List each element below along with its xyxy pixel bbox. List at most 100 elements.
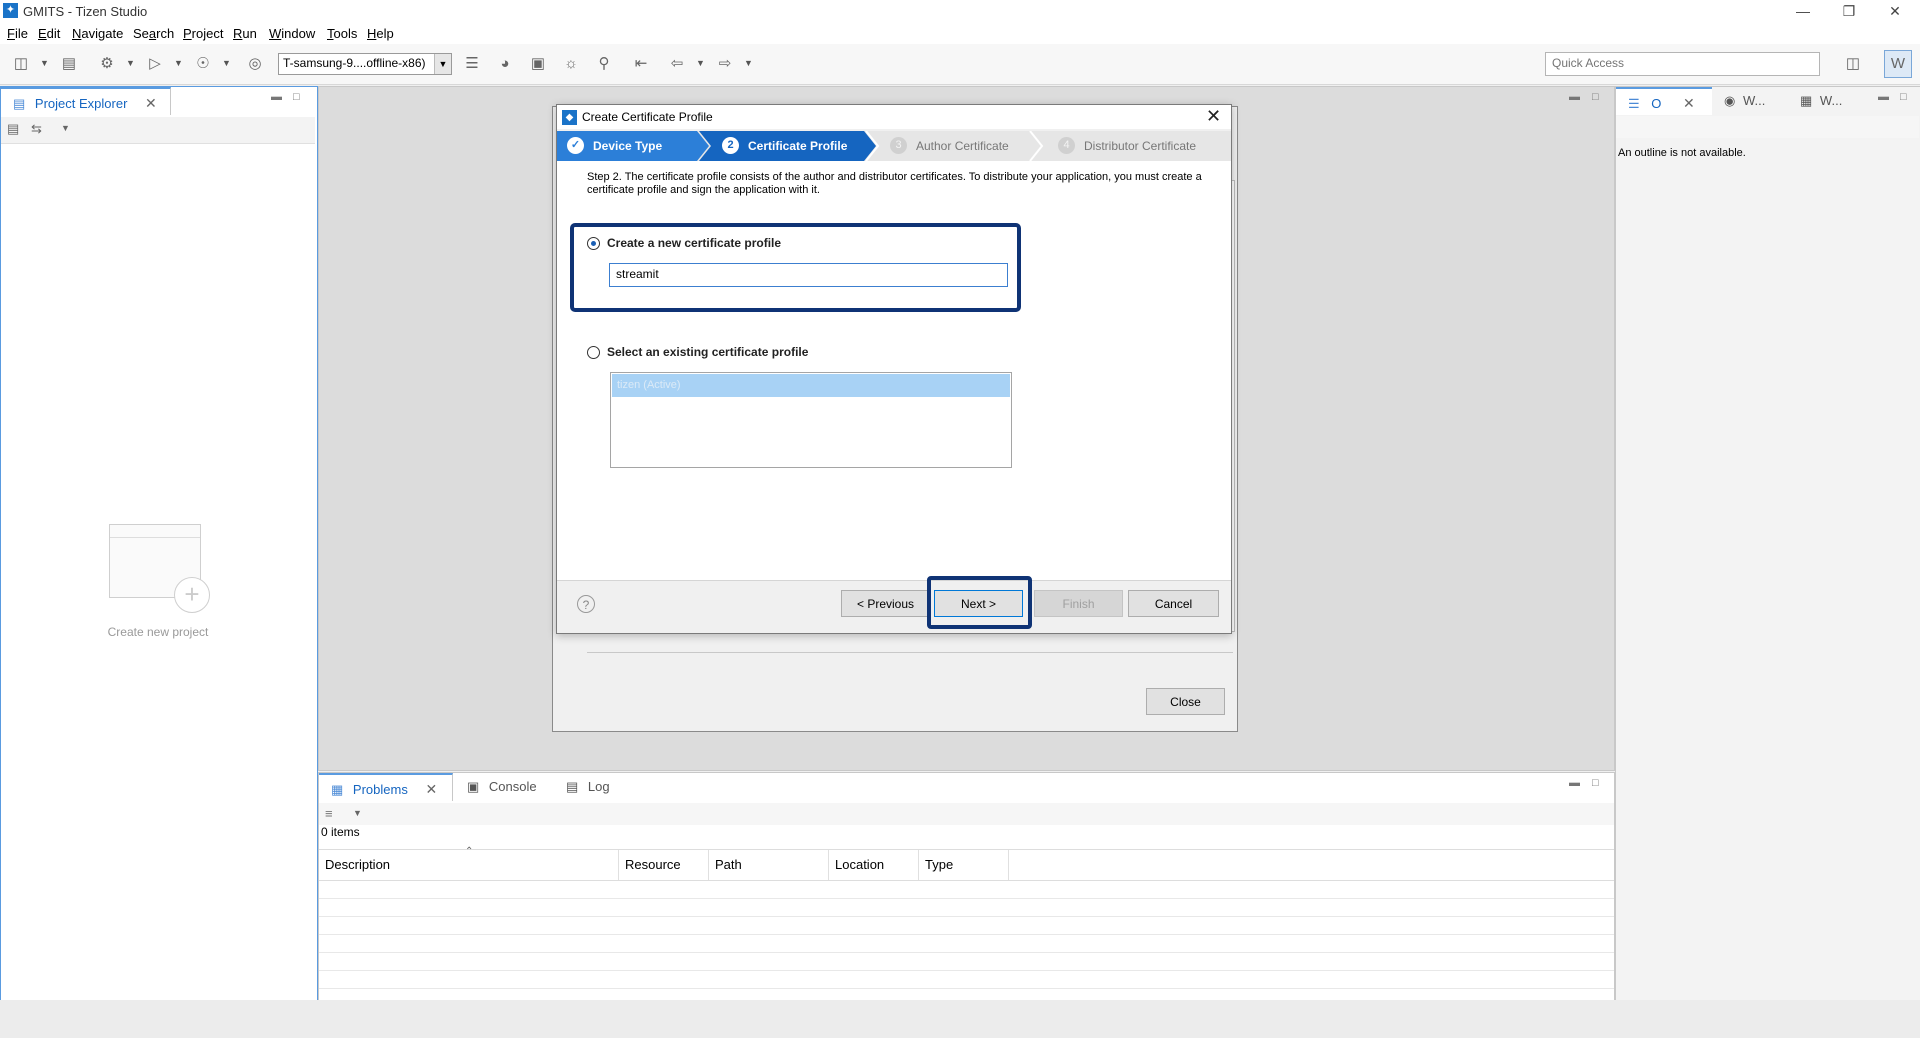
menu-tools[interactable]: Tools [327,26,357,41]
maximize-icon[interactable]: □ [1900,91,1907,103]
link-editor-icon[interactable]: ⇆ [31,121,42,137]
package-icon[interactable]: ▣ [527,54,549,74]
menu-file[interactable]: File [7,26,28,41]
maximize-icon[interactable]: □ [293,91,300,103]
tab-project-explorer-label: Project Explorer [34,96,128,111]
previous-button[interactable]: < Previous [841,590,930,617]
close-icon[interactable]: ✕ [1683,95,1695,111]
forward-dropdown-icon[interactable]: ▼ [744,58,753,68]
run-icon[interactable]: ▷ [144,54,166,74]
view-menu-icon[interactable]: ▼ [353,808,362,818]
forward-icon[interactable]: ⇨ [714,54,736,74]
certificate-manager-icon[interactable]: ☼ [560,54,582,74]
tab-outline[interactable]: ☰ O ✕ [1616,87,1712,115]
minimize-icon[interactable]: ▬ [1878,91,1889,103]
tab-project-explorer[interactable]: ▤ Project Explorer ✕ [1,87,171,115]
new-dropdown-icon[interactable]: ▼ [40,58,49,68]
outline-icon: ☰ [1628,96,1640,111]
last-edit-icon[interactable]: ⇤ [630,54,652,74]
external-tools-icon[interactable]: ☉ [192,54,214,74]
close-icon[interactable]: ✕ [425,781,437,797]
menu-project[interactable]: Project [183,26,223,41]
dialog-close-icon[interactable]: ✕ [1206,106,1221,127]
debug-dropdown-icon[interactable]: ▼ [126,58,135,68]
close-icon[interactable]: ✕ [145,95,157,111]
restore-window-button[interactable]: ❐ [1826,0,1872,24]
main-toolbar: ◫ ▼ ▤ ⚙ ▼ ▷ ▼ ☉ ▼ ◎ T-samsung-9....offli… [0,44,1920,85]
tab-w1[interactable]: ◉ W... [1724,87,1784,115]
external-tools-dropdown-icon[interactable]: ▼ [222,58,231,68]
project-explorer-toolbar: ▤ ⇆ ▼ [1,117,315,144]
create-new-profile-radio[interactable] [587,237,600,250]
device-manager-icon[interactable]: ☰ [461,54,483,74]
create-new-project-graphic[interactable]: + [109,524,210,613]
tab-console[interactable]: ▣ Console [467,773,557,801]
select-existing-profile-radio[interactable] [587,346,600,359]
close-window-button[interactable]: ✕ [1872,0,1918,24]
column-type[interactable]: Type [919,850,1009,880]
menu-edit[interactable]: Edit [38,26,60,41]
help-icon[interactable]: ? [577,595,595,613]
minimize-window-button[interactable]: — [1780,0,1826,24]
menu-help[interactable]: Help [367,26,394,41]
profile-name-input[interactable] [610,264,1002,284]
menu-window[interactable]: Window [269,26,315,41]
next-button-highlight [927,576,1032,629]
editor-minimize-icon[interactable]: ▬ [1569,91,1580,103]
finish-button[interactable]: Finish [1034,590,1123,617]
certificate-icon: ◆ [562,110,577,125]
problems-table-header: Description ⌃ Resource Path Location Typ… [319,846,1614,881]
quick-access-input[interactable] [1546,53,1818,73]
tab-log-label: Log [587,779,610,794]
search-icon[interactable]: ⚲ [593,54,615,74]
create-new-profile-label[interactable]: Create a new certificate profile [607,236,781,250]
menu-search[interactable]: Search [133,26,174,41]
check-icon: ✓ [567,137,584,155]
debug-icon[interactable]: ⚙ [96,54,118,74]
run-dropdown-icon[interactable]: ▼ [174,58,183,68]
cancel-button[interactable]: Cancel [1128,590,1219,617]
problems-toolbar: ≡ ▼ [319,803,1614,825]
tab-w2-label: W... [1819,93,1843,108]
emulator-icon[interactable]: ◕ [494,54,516,74]
menu-run[interactable]: Run [233,26,257,41]
table-row [319,934,1614,953]
maximize-icon[interactable]: □ [1592,777,1599,789]
tab-w2[interactable]: ▦ W... [1800,87,1860,115]
tab-w1-label: W... [1742,93,1766,108]
tab-log[interactable]: ▤ Log [566,773,636,801]
device-selector-value: T-samsung-9....offline-x86) [283,56,426,70]
tab-problems[interactable]: ▦ Problems ✕ [319,773,453,801]
back-icon[interactable]: ⇦ [666,54,688,74]
column-path[interactable]: Path [709,850,829,880]
minimize-icon[interactable]: ▬ [271,91,282,103]
quick-access-field[interactable] [1545,52,1820,76]
back-dropdown-icon[interactable]: ▼ [696,58,705,68]
table-row [319,898,1614,917]
open-perspective-icon[interactable]: ◫ [1842,54,1864,74]
create-new-project-label[interactable]: Create new project [1,625,315,639]
web-perspective-icon[interactable]: W [1884,50,1912,78]
stop-icon[interactable]: ◎ [244,54,266,74]
calculator-icon: ▦ [1800,93,1813,108]
close-button[interactable]: Close [1146,688,1225,715]
select-existing-profile-label[interactable]: Select an existing certificate profile [607,345,808,359]
collapse-all-icon[interactable]: ▤ [7,121,19,137]
editor-maximize-icon[interactable]: □ [1592,91,1599,103]
new-icon[interactable]: ◫ [10,54,32,74]
menu-bar: File Edit Navigate Search Project Run Wi… [0,24,1920,44]
profile-name-field[interactable] [609,263,1008,287]
menu-navigate[interactable]: Navigate [72,26,123,41]
wizard-steps: ✓ Device Type 2 Certificate Profile 3 Autho… [557,131,1231,161]
existing-profile-list[interactable]: tizen (Active) [610,372,1012,468]
column-resource[interactable]: Resource [619,850,709,880]
list-item[interactable]: tizen (Active) [612,374,1010,397]
device-selector[interactable]: T-samsung-9....offline-x86) ▼ [278,53,452,75]
minimize-icon[interactable]: ▬ [1569,777,1580,789]
plus-icon[interactable]: + [174,577,210,613]
chevron-down-icon[interactable]: ▼ [434,54,451,74]
column-location[interactable]: Location [829,850,919,880]
view-menu-icon[interactable]: ▼ [61,123,70,133]
filter-icon[interactable]: ≡ [325,806,333,821]
save-all-icon[interactable]: ▤ [58,54,80,74]
